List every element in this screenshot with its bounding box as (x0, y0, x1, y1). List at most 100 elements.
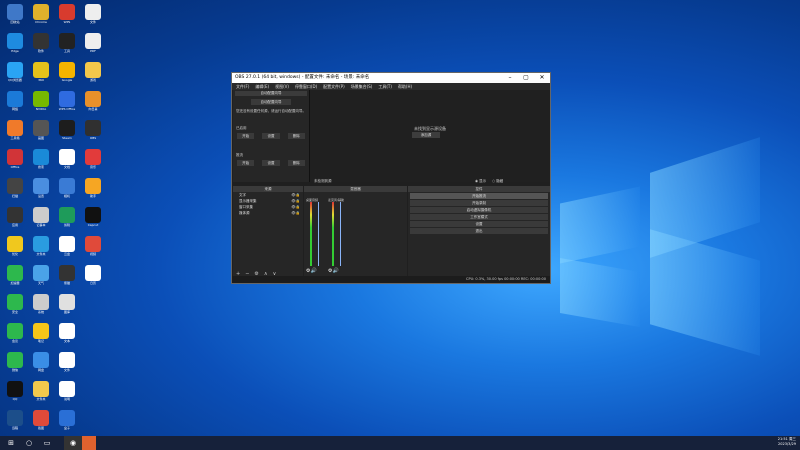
desktop-icon[interactable]: Edge (2, 33, 28, 65)
task-view-icon[interactable]: ▭ (38, 436, 56, 450)
start-button[interactable]: ⊞ (2, 436, 20, 450)
menu-tools[interactable]: 工具(T) (378, 83, 392, 90)
desktop-icon[interactable]: 文档 (54, 149, 80, 181)
auto-config-button[interactable]: 自动配置向导 (251, 99, 291, 105)
desktop-icon-label: Google (61, 78, 73, 82)
close-button[interactable]: ✕ (534, 73, 550, 83)
menu-file[interactable]: 文件(F) (236, 83, 249, 90)
menu-docks[interactable]: 停靠窗口(D) (295, 83, 317, 90)
desktop-icon[interactable]: 搜索 (28, 149, 54, 181)
desktop-icon[interactable]: 工具箱 (2, 120, 28, 152)
desktop-icon[interactable]: 文件夹 (28, 381, 54, 413)
desktop-icon[interactable]: Google (54, 62, 80, 94)
desktop-icon[interactable]: 工具 (54, 33, 80, 65)
settings-button[interactable]: 设置 (262, 133, 280, 139)
title-bar[interactable]: OBS 27.0.1 (64 bit, windows) - 配置文件: 未命名… (232, 73, 550, 83)
desktop-icon[interactable]: 设置 (28, 178, 54, 210)
desktop-icon[interactable]: 文件 (54, 352, 80, 384)
virtual-camera-button[interactable]: 启动虚拟摄像机 (410, 207, 548, 213)
taskbar-app[interactable] (82, 436, 96, 450)
desktop-icon[interactable]: 扫描 (2, 178, 28, 210)
desktop-icon[interactable]: 微信 (2, 352, 28, 384)
delete-button[interactable]: 删除 (287, 160, 305, 166)
desktop-icon[interactable]: 360 (28, 62, 54, 94)
speaker-icon[interactable]: ⚙🔊 (328, 268, 339, 274)
desktop-icon[interactable]: WPS (54, 4, 80, 36)
settings-button[interactable]: 设置 (262, 160, 280, 166)
desktop-icon[interactable]: 熊猫 (54, 265, 80, 297)
obs-window[interactable]: OBS 27.0.1 (64 bit, windows) - 配置文件: 未命名… (231, 72, 551, 284)
search-icon[interactable]: ○ (20, 436, 38, 450)
desktop-icon[interactable]: 加速器 (2, 265, 28, 297)
desktop-icon[interactable]: 记事本 (28, 207, 54, 239)
app-icon (33, 91, 49, 107)
source-item[interactable]: 媒体源 👁🔒 (233, 210, 303, 216)
volume-slider[interactable] (340, 202, 341, 266)
taskbar-app-obs[interactable]: ◉ (64, 436, 82, 450)
desktop-icon[interactable]: QQ (2, 381, 28, 413)
desktop-icon[interactable]: 系统 (28, 294, 54, 326)
desktop-icon[interactable]: 说明 (54, 381, 80, 413)
desktop-icon[interactable]: Chrome (28, 4, 54, 36)
desktop-icon[interactable]: 软件 (28, 33, 54, 65)
exit-button[interactable]: 退出 (410, 228, 548, 234)
desktop-icon[interactable]: 剪辑 (54, 207, 80, 239)
volume-slider[interactable] (318, 202, 319, 266)
desktop-icon[interactable]: 会议 (2, 323, 28, 355)
radio-hide[interactable]: ○ 隐藏 (492, 177, 503, 185)
start-button[interactable]: 开始 (237, 133, 255, 139)
desktop-icon[interactable]: 助手 (80, 178, 106, 210)
menu-profile[interactable]: 配置文件(P) (323, 83, 345, 90)
maximize-button[interactable]: ▢ (518, 73, 534, 83)
desktop-icon-label: 盒子 (63, 426, 70, 430)
desktop-icon[interactable]: 笔记 (28, 323, 54, 355)
desktop-icon[interactable]: 文件 (80, 4, 106, 36)
desktop-icon[interactable]: PDF (80, 33, 106, 65)
menu-view[interactable]: 视图(V) (275, 83, 289, 90)
desktop-icon[interactable]: 网络 (2, 91, 28, 123)
desktop-icon[interactable]: 天气 (28, 265, 54, 297)
desktop-icon[interactable]: 图库 (54, 294, 80, 326)
desktop-icon[interactable]: Office (2, 149, 28, 181)
desktop-icon[interactable]: Steam (54, 120, 80, 152)
preview-canvas[interactable]: 未找到显示源设备 添加源 (310, 90, 550, 182)
desktop-icon[interactable]: 安全 (2, 294, 28, 326)
desktop-icon[interactable]: 应用 (2, 207, 28, 239)
desktop-icon[interactable]: 画图 (28, 120, 54, 152)
start-button[interactable]: 开始 (237, 160, 255, 166)
settings-button[interactable]: 设置 (410, 221, 548, 227)
desktop-icon[interactable]: QQ浏览器 (2, 62, 28, 94)
menu-edit[interactable]: 编辑(E) (255, 83, 269, 90)
desktop-icon[interactable]: WPS Office (54, 91, 80, 123)
desktop-icon[interactable]: 文件夹 (28, 236, 54, 268)
speaker-icon[interactable]: ⚙🔊 (306, 268, 317, 274)
start-recording-button[interactable]: 开始录制 (410, 200, 548, 206)
desktop-icon[interactable]: 网盘 (28, 352, 54, 384)
studio-mode-button[interactable]: 工作室模式 (410, 214, 548, 220)
system-tray[interactable]: 21:51 周三 2023/3/29 (778, 437, 796, 447)
source-label: 窗口采集 (239, 205, 253, 209)
desktop-icon[interactable]: 向日葵 (80, 91, 106, 123)
menu-scene-collection[interactable]: 场景集合(S) (351, 83, 373, 90)
desktop-icon[interactable]: 音乐 (80, 149, 106, 181)
desktop-icon[interactable]: 回收站 (2, 4, 28, 36)
minimize-button[interactable]: – (502, 73, 518, 83)
desktop-icon[interactable]: 云盘 (54, 236, 80, 268)
desktop-icon[interactable]: 相机 (54, 178, 80, 210)
menu-help[interactable]: 帮助(H) (398, 83, 412, 90)
desktop-icon[interactable]: 日历 (80, 265, 106, 297)
add-source-button[interactable]: 添加源 (412, 132, 440, 138)
desktop-icon[interactable]: 文本 (54, 323, 80, 355)
radio-show[interactable]: ◉ 显示 (475, 177, 486, 185)
start-streaming-button[interactable]: 开始推流 (410, 193, 548, 199)
desktop-icon[interactable]: 视频 (80, 236, 106, 268)
desktop-icon[interactable]: Capcut (80, 207, 106, 239)
desktop-icon[interactable]: 优化 (2, 236, 28, 268)
delete-button[interactable]: 删除 (287, 133, 305, 139)
desktop-icon[interactable]: OBS (80, 120, 106, 152)
app-icon (59, 120, 75, 136)
desktop-icon[interactable]: NVIDIA (28, 91, 54, 123)
desktop-icon[interactable]: 游戏 (80, 62, 106, 94)
app-icon (85, 207, 101, 223)
visibility-icon[interactable]: 👁🔒 (291, 210, 300, 216)
